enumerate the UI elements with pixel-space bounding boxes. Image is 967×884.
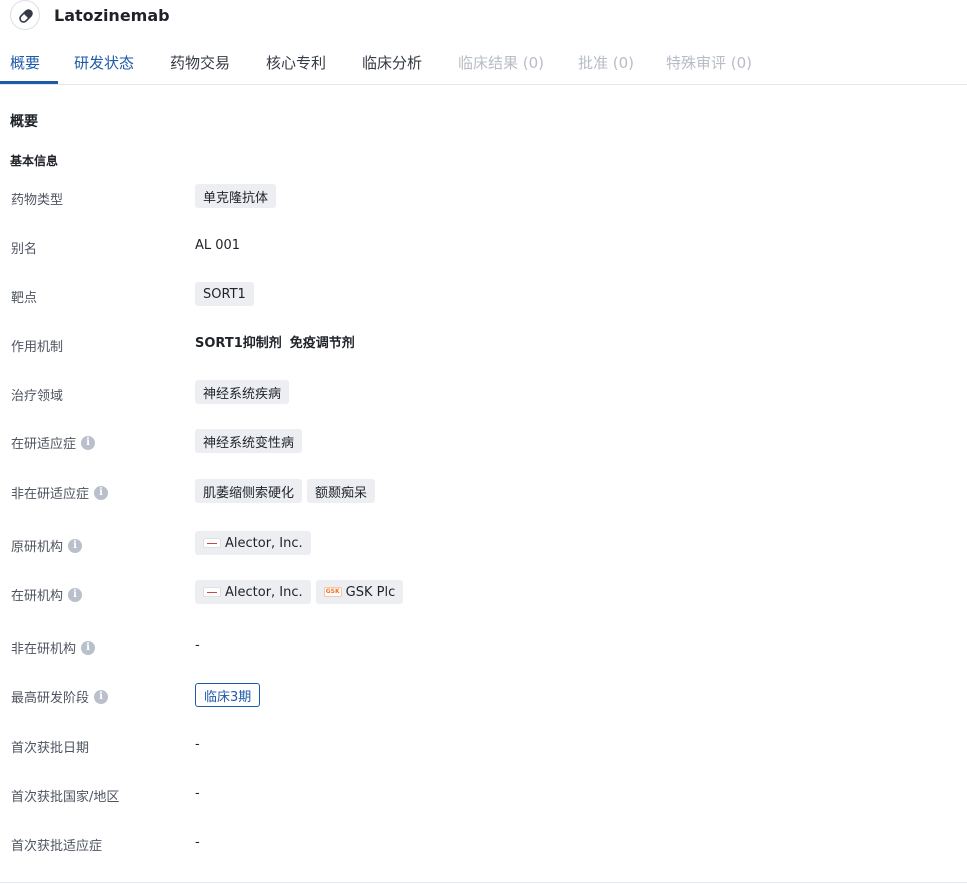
label-text: 在研适应症 (11, 437, 77, 452)
field-value-first-approval-date: - (195, 737, 200, 752)
field-label-first-approval-country: 首次获批国家/地区 (11, 790, 120, 805)
tab-rd-status[interactable]: 研发状态 (74, 52, 134, 73)
label-text: 非在研机构 (11, 642, 77, 657)
field-value-active-org: Alector, Inc. GSK GSK Plc (195, 580, 408, 604)
drug-title: Latozinemab (54, 6, 170, 25)
label-text: 原研机构 (11, 540, 64, 555)
org-name: Alector, Inc. (225, 584, 303, 600)
field-label-drug-type: 药物类型 (11, 193, 64, 208)
field-value-alias: AL 001 (195, 238, 241, 253)
tab-clinical-analysis[interactable]: 临床分析 (362, 52, 422, 73)
field-value-drug-type: 单克隆抗体 (195, 184, 281, 208)
section-title: 概要 (10, 114, 38, 130)
page-header: Latozinemab (0, 0, 967, 34)
field-label-inactive-org: 非在研机构 i (11, 638, 96, 657)
tab-approvals[interactable]: 批准 (0) (578, 52, 634, 73)
field-label-first-approval-indication: 首次获批适应症 (11, 839, 103, 854)
field-label-therapeutic-area: 治疗领域 (11, 389, 64, 404)
tab-special-review[interactable]: 特殊审评 (0) (666, 52, 752, 73)
active-tab-indicator (0, 81, 58, 84)
tag-inactive-indication[interactable]: 肌萎缩侧索硬化 (195, 479, 303, 503)
org-name: GSK Plc (345, 584, 396, 600)
field-label-inactive-indication: 非在研适应症 i (11, 483, 109, 502)
tag-target[interactable]: SORT1 (195, 282, 254, 306)
tab-drug-deals[interactable]: 药物交易 (170, 52, 230, 73)
tab-bar: 概要 研发状态 药物交易 核心专利 临床分析 临床结果 (0) 批准 (0) 特… (0, 44, 967, 85)
org-tag-alector[interactable]: Alector, Inc. (195, 531, 311, 555)
field-label-alias: 别名 (11, 242, 38, 257)
tag-inactive-indication[interactable]: 额颞痴呆 (307, 479, 376, 503)
tag-drug-type[interactable]: 单克隆抗体 (195, 184, 277, 208)
field-value-inactive-indication: 肌萎缩侧索硬化 额颞痴呆 (195, 479, 380, 503)
mechanism-item: 免疫调节剂 (289, 336, 355, 351)
tag-therapeutic-area[interactable]: 神经系统疾病 (195, 380, 290, 404)
info-icon[interactable]: i (94, 485, 109, 500)
info-icon[interactable]: i (68, 587, 83, 602)
field-value-originator: Alector, Inc. (195, 531, 316, 555)
field-value-inactive-org: - (195, 638, 200, 653)
field-label-active-indication: 在研适应症 i (11, 433, 96, 452)
field-label-highest-phase: 最高研发阶段 i (11, 687, 109, 706)
field-label-target: 靶点 (11, 291, 38, 306)
field-label-mechanism: 作用机制 (11, 340, 64, 355)
org-tag-gsk[interactable]: GSK GSK Plc (315, 580, 404, 604)
field-label-active-org: 在研机构 i (11, 585, 83, 604)
field-value-active-indication: 神经系统变性病 (195, 429, 307, 453)
info-icon[interactable]: i (81, 435, 96, 450)
field-value-mechanism: SORT1抑制剂 免疫调节剂 (195, 332, 355, 351)
info-icon[interactable]: i (68, 538, 83, 553)
tab-clinical-results[interactable]: 临床结果 (0) (458, 52, 544, 73)
field-label-first-approval-date: 首次获批日期 (11, 741, 90, 756)
field-value-first-approval-indication: - (195, 835, 200, 850)
org-tag-alector[interactable]: Alector, Inc. (195, 580, 311, 604)
org-name: Alector, Inc. (225, 535, 303, 551)
field-label-originator: 原研机构 i (11, 536, 83, 555)
tag-active-indication[interactable]: 神经系统变性病 (195, 429, 303, 453)
alector-logo-icon (203, 538, 221, 548)
alector-logo-icon (203, 587, 221, 597)
field-value-first-approval-country: - (195, 786, 200, 801)
bottom-divider (0, 882, 967, 883)
field-value-target: SORT1 (195, 282, 259, 306)
pill-icon (10, 0, 40, 30)
label-text: 在研机构 (11, 589, 64, 604)
label-text: 最高研发阶段 (11, 691, 90, 706)
group-title: 基本信息 (10, 154, 59, 168)
info-icon[interactable]: i (81, 640, 96, 655)
info-icon[interactable]: i (94, 689, 109, 704)
mechanism-item: SORT1抑制剂 (195, 336, 282, 351)
phase-badge[interactable]: 临床3期 (195, 683, 261, 707)
tab-overview[interactable]: 概要 (10, 52, 40, 73)
gsk-logo-icon: GSK (323, 587, 342, 597)
label-text: 非在研适应症 (11, 487, 90, 502)
field-value-therapeutic-area: 神经系统疾病 (195, 380, 294, 404)
tab-core-patents[interactable]: 核心专利 (266, 52, 326, 73)
field-value-highest-phase: 临床3期 (195, 683, 261, 707)
